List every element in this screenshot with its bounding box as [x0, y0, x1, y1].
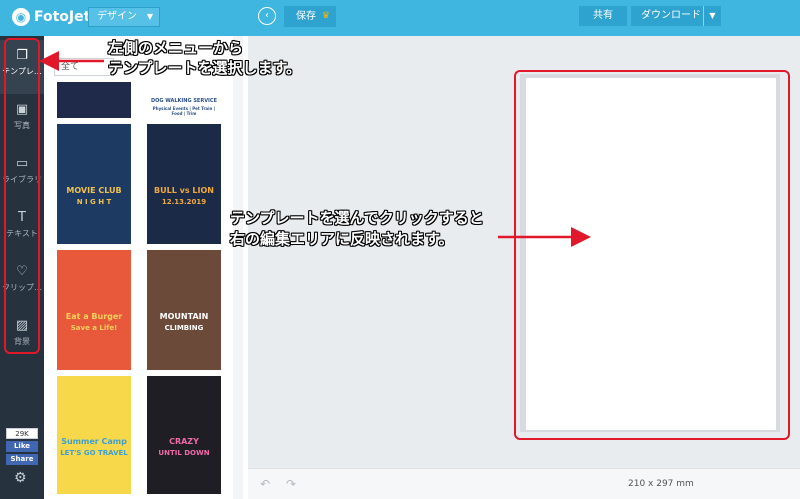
annotation-arrows — [39, 51, 591, 247]
